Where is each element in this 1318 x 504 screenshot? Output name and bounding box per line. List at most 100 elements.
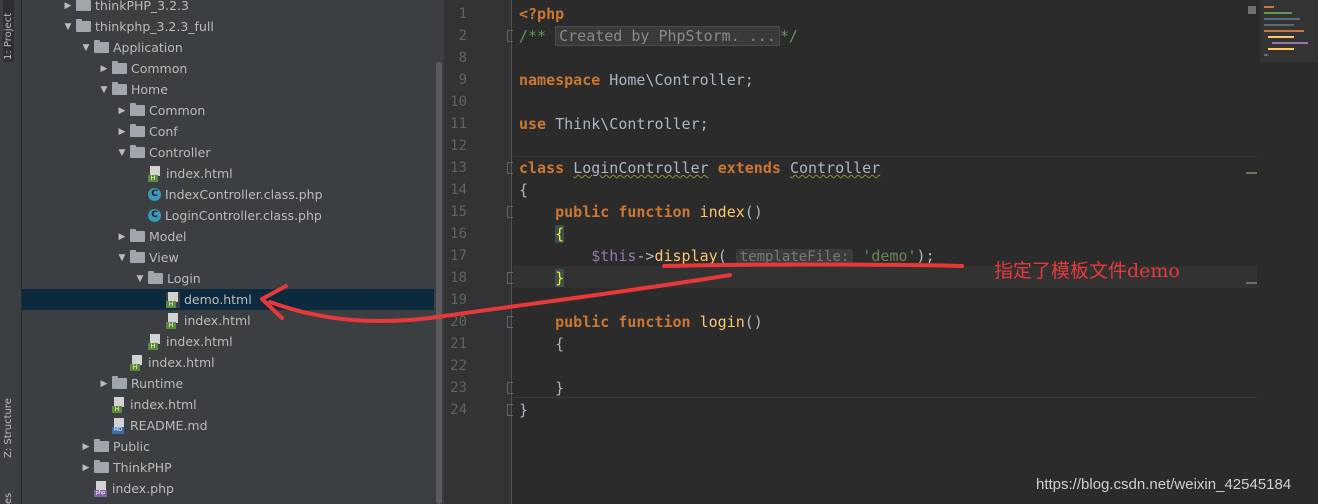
tree-item[interactable]: ▶ thinkPHP_3.2.3 [22, 0, 434, 16]
html-file-icon [148, 333, 162, 350]
tree-item[interactable]: demo.html [22, 289, 434, 310]
project-tree: ▶ thinkPHP_3.2.3 ▼ thinkphp_3.2.3_full ▼ Appl… [22, 0, 434, 504]
tree-item-label: demo.html [184, 292, 252, 307]
expand-arrow-icon[interactable]: ▶ [114, 232, 130, 242]
namespace-path: Home\Controller; [600, 71, 754, 89]
tree-item-label: Common [131, 61, 188, 76]
tree-item[interactable]: index.html [22, 310, 434, 331]
tree-item[interactable]: ▼ Login [22, 268, 434, 289]
expand-arrow-icon[interactable]: ▶ [60, 1, 76, 11]
line-number: 16 [450, 226, 467, 242]
code-line-13[interactable]: class LoginController extends Controller [519, 157, 1257, 179]
line-number: 1 [458, 6, 467, 22]
code-line-21[interactable]: { [519, 333, 1257, 355]
tree-item[interactable]: ▶ Common [22, 100, 434, 121]
collapse-arrow-icon[interactable]: ▼ [132, 274, 148, 284]
code-line-15[interactable]: public function index() [519, 201, 1257, 223]
tree-item[interactable]: ▶ Conf [22, 121, 434, 142]
code-line-2[interactable]: /** Created by PhpStorm. ... */ [519, 25, 1257, 47]
code-line-14[interactable]: { [519, 179, 1257, 201]
code-line-23[interactable]: } [519, 377, 1257, 399]
code-line-1[interactable]: <?php [519, 3, 1257, 25]
tree-item-label: ThinkPHP [113, 460, 172, 475]
watermark: https://blog.csdn.net/weixin_42545184 [1036, 476, 1292, 493]
tree-item-label: index.php [112, 481, 174, 496]
php-file-icon [94, 480, 108, 497]
folder-icon [112, 61, 127, 74]
collapse-arrow-icon[interactable]: ▼ [114, 148, 130, 158]
folder-icon [76, 0, 91, 11]
tree-item[interactable]: README.md [22, 415, 434, 436]
code-line-20[interactable]: public function login() [519, 311, 1257, 333]
tree-item[interactable]: index.html [22, 352, 434, 373]
line-number: 10 [450, 94, 467, 110]
structure-tool-tab[interactable]: Z: Structure [3, 396, 14, 458]
tree-item-label: Login [167, 271, 201, 286]
tree-item[interactable]: ▼ thinkphp_3.2.3_full [22, 16, 434, 37]
tree-item-label: thinkPHP_3.2.3 [95, 0, 189, 13]
folder-icon [76, 19, 91, 32]
tree-item[interactable]: index.html [22, 163, 434, 184]
tree-item[interactable]: ▶ Common [22, 58, 434, 79]
tree-item[interactable]: ▼ View [22, 247, 434, 268]
line-number: 21 [450, 336, 467, 352]
expand-arrow-icon[interactable]: ▶ [96, 379, 112, 389]
collapse-arrow-icon[interactable]: ▼ [114, 253, 130, 263]
expand-arrow-icon[interactable]: ▶ [114, 127, 130, 137]
expand-arrow-icon[interactable]: ▶ [96, 64, 112, 74]
line-number: 15 [450, 204, 467, 220]
params: () [744, 313, 763, 331]
tree-item[interactable]: ▼ Controller [22, 142, 434, 163]
tree-item[interactable]: ▼ Application [22, 37, 434, 58]
tree-item-label: View [149, 250, 179, 265]
folded-comment[interactable]: Created by PhpStorm. ... [555, 26, 780, 46]
inspection-status-icon[interactable] [1248, 6, 1256, 14]
folder-icon [130, 229, 145, 242]
line-number: 18 [450, 270, 467, 286]
code-editor[interactable]: <?php /** Created by PhpStorm. ... */ nam… [513, 0, 1257, 504]
expand-arrow-icon[interactable]: ▶ [78, 463, 94, 473]
tree-item[interactable]: ▶ Runtime [22, 373, 434, 394]
folder-icon [112, 376, 127, 389]
tree-item[interactable]: ▶ Public [22, 436, 434, 457]
minimap[interactable] [1260, 0, 1318, 62]
line-number: 14 [450, 182, 467, 198]
code-line-9[interactable]: namespace Home\Controller; [519, 69, 1257, 91]
class-name: LoginController [573, 159, 709, 177]
tree-item-label: README.md [130, 418, 208, 433]
tree-item[interactable]: index.html [22, 394, 434, 415]
tree-item[interactable]: index.html [22, 331, 434, 352]
tree-item[interactable]: ▼ Home [22, 79, 434, 100]
tree-item[interactable]: C IndexController.class.php [22, 184, 434, 205]
brace: } [519, 401, 529, 419]
collapse-arrow-icon[interactable]: ▼ [78, 43, 94, 53]
line-number: 17 [450, 248, 467, 264]
expand-arrow-icon[interactable]: ▶ [78, 442, 94, 452]
php-class-icon: C [148, 209, 161, 222]
tree-item-label: Conf [149, 124, 178, 139]
line-number: 20 [450, 314, 467, 330]
method-call: display [654, 247, 718, 265]
code-line-24[interactable]: } [519, 399, 1257, 421]
tree-item[interactable]: ▶ ThinkPHP [22, 457, 434, 478]
string-literal: 'demo' [862, 247, 917, 265]
collapse-arrow-icon[interactable]: ▼ [60, 22, 76, 32]
collapse-arrow-icon[interactable]: ▼ [96, 85, 112, 95]
favorites-tool-tab[interactable]: es [3, 488, 14, 504]
tree-item-label: Model [149, 229, 187, 244]
tree-item[interactable]: C LoginController.class.php [22, 205, 434, 226]
code-line-11[interactable]: use Think\Controller; [519, 113, 1257, 135]
editor-right-panel [1257, 0, 1318, 504]
line-number: 2 [458, 28, 467, 44]
folder-icon [130, 103, 145, 116]
tree-item-label: Application [113, 40, 183, 55]
code-line-16[interactable]: { [519, 223, 1257, 245]
project-tool-tab[interactable]: 1: Project [3, 0, 14, 62]
tree-item[interactable]: ▶ Model [22, 226, 434, 247]
expand-arrow-icon[interactable]: ▶ [114, 106, 130, 116]
folder-icon [94, 439, 109, 452]
brace: { [555, 335, 565, 353]
tree-item[interactable]: index.php [22, 478, 434, 499]
markdown-file-icon [112, 417, 126, 434]
html-file-icon [130, 354, 144, 371]
